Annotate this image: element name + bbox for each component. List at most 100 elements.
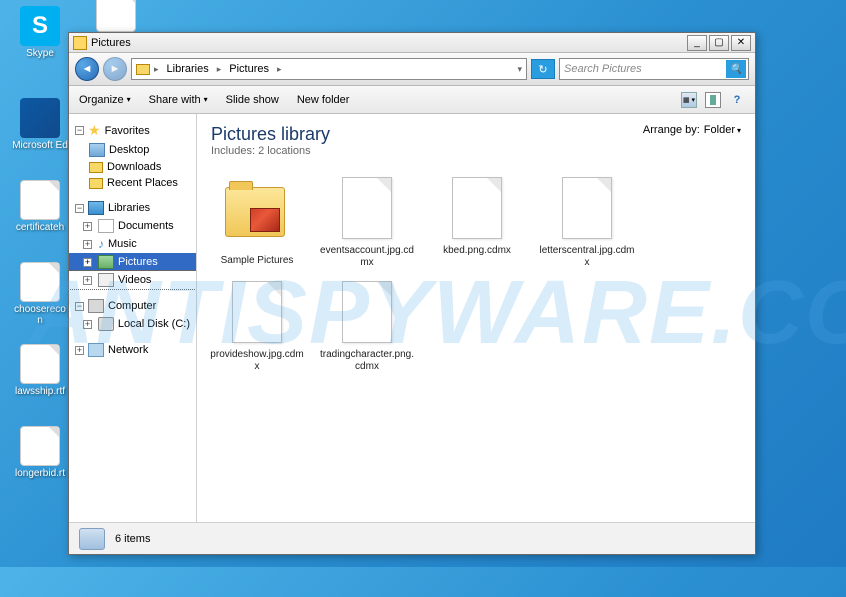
chevron-down-icon: ▾ xyxy=(737,126,741,135)
tree-item-localdisk[interactable]: +Local Disk (C:) xyxy=(69,315,196,333)
music-icon: ♪ xyxy=(98,237,104,251)
help-button[interactable]: ? xyxy=(729,92,745,108)
titlebar[interactable]: Pictures _ ▢ ✕ xyxy=(69,33,755,53)
folder-icon xyxy=(89,178,103,189)
organize-menu[interactable]: Organize▾ xyxy=(79,94,131,106)
file-item[interactable]: eventsaccount.jpg.cdmx xyxy=(319,177,415,269)
library-subtitle: Includes: 2 locations xyxy=(211,145,330,157)
tree-libraries[interactable]: − Libraries xyxy=(69,199,196,217)
tree-item-videos[interactable]: +Videos xyxy=(69,271,196,289)
folder-icon xyxy=(89,162,103,173)
search-button[interactable]: 🔍 xyxy=(726,60,746,78)
tree-item-downloads[interactable]: Downloads xyxy=(69,159,196,175)
file-icon xyxy=(20,426,60,466)
file-item[interactable]: provideshow.jpg.cdmx xyxy=(209,281,305,373)
file-thumb-icon xyxy=(232,281,282,343)
file-item[interactable]: tradingcharacter.png.cdmx xyxy=(319,281,415,373)
computer-icon xyxy=(88,299,104,313)
expand-icon[interactable]: + xyxy=(83,258,92,267)
file-item-folder[interactable]: Sample Pictures xyxy=(209,177,305,269)
file-icon xyxy=(96,0,136,32)
file-thumb-icon xyxy=(562,177,612,239)
content-pane: Pictures library Includes: 2 locations A… xyxy=(197,114,755,522)
collapse-icon[interactable]: − xyxy=(75,126,84,135)
address-bar[interactable]: ▸ Libraries ▸ Pictures ▸ ▾ xyxy=(131,58,527,80)
pictures-library-icon xyxy=(79,528,105,550)
desktop-icon-doc[interactable]: certificateh xyxy=(12,180,68,233)
explorer-window: Pictures _ ▢ ✕ ◄ ► ▸ Libraries ▸ Picture… xyxy=(68,32,756,555)
tree-item-music[interactable]: +♪Music xyxy=(69,235,196,253)
edge-icon xyxy=(20,98,60,138)
desktop-icon xyxy=(89,143,105,157)
folder-icon xyxy=(73,36,87,50)
refresh-button[interactable]: ↻ xyxy=(531,59,555,79)
breadcrumb-segment[interactable]: Pictures xyxy=(225,63,273,75)
statusbar: 6 items xyxy=(69,522,755,554)
videos-icon xyxy=(98,273,114,287)
expand-icon[interactable]: + xyxy=(83,240,92,249)
file-icon xyxy=(20,262,60,302)
minimize-button[interactable]: _ xyxy=(687,35,707,51)
expand-icon[interactable]: + xyxy=(83,276,92,285)
document-icon xyxy=(98,219,114,233)
file-icon xyxy=(20,180,60,220)
libraries-icon xyxy=(88,201,104,215)
network-icon xyxy=(88,343,104,357)
desktop-icon-edge[interactable]: Microsoft Ed xyxy=(12,98,68,151)
toolbar: Organize▾ Share with▾ Slide show New fol… xyxy=(69,86,755,114)
newfolder-button[interactable]: New folder xyxy=(297,94,350,106)
collapse-icon[interactable]: − xyxy=(75,204,84,213)
tree-computer[interactable]: − Computer xyxy=(69,297,196,315)
chevron-right-icon: ▸ xyxy=(277,64,282,75)
disk-icon xyxy=(98,317,114,331)
search-input[interactable]: Search Pictures 🔍 xyxy=(559,58,749,80)
tree-item-pictures[interactable]: +Pictures xyxy=(69,253,196,271)
file-icon xyxy=(20,344,60,384)
file-thumb-icon xyxy=(342,281,392,343)
folder-icon xyxy=(136,64,150,75)
desktop-icon-doc[interactable]: lawsship.rtf xyxy=(12,344,68,397)
breadcrumb-segment[interactable]: Libraries xyxy=(163,63,213,75)
forward-button[interactable]: ► xyxy=(103,57,127,81)
desktop-icon-doc[interactable]: longerbid.rt xyxy=(12,426,68,479)
chevron-right-icon: ▸ xyxy=(217,64,222,75)
desktop-icon-doc[interactable] xyxy=(88,0,144,34)
desktop-icon-skype[interactable]: S Skype xyxy=(12,6,68,59)
file-item[interactable]: letterscentral.jpg.cdmx xyxy=(539,177,635,269)
chevron-down-icon[interactable]: ▾ xyxy=(517,64,522,75)
arrange-by-dropdown[interactable]: Folder ▾ xyxy=(704,124,741,136)
expand-icon[interactable]: + xyxy=(75,346,84,355)
window-title: Pictures xyxy=(91,37,687,49)
navigation-tree: − ★ Favorites Desktop Downloads Recent P… xyxy=(69,114,197,522)
pictures-icon xyxy=(98,255,114,269)
maximize-button[interactable]: ▢ xyxy=(709,35,729,51)
back-button[interactable]: ◄ xyxy=(75,57,99,81)
expand-icon[interactable]: + xyxy=(83,320,92,329)
tree-item-documents[interactable]: +Documents xyxy=(69,217,196,235)
close-button[interactable]: ✕ xyxy=(731,35,751,51)
tree-network[interactable]: + Network xyxy=(69,341,196,359)
preview-pane-button[interactable] xyxy=(705,92,721,108)
arrange-label: Arrange by: xyxy=(643,124,700,136)
expand-icon[interactable]: + xyxy=(83,222,92,231)
skype-icon: S xyxy=(20,6,60,46)
status-text: 6 items xyxy=(115,533,150,545)
library-title: Pictures library xyxy=(211,124,330,145)
file-thumb-icon xyxy=(452,177,502,239)
view-button[interactable]: ▦ ▾ xyxy=(681,92,697,108)
file-item[interactable]: kbed.png.cdmx xyxy=(429,177,525,269)
star-icon: ★ xyxy=(88,122,101,139)
tree-item-recent[interactable]: Recent Places xyxy=(69,175,196,191)
file-thumb-icon xyxy=(342,177,392,239)
share-menu[interactable]: Share with▾ xyxy=(149,94,208,106)
folder-thumb-icon xyxy=(225,187,285,237)
navbar: ◄ ► ▸ Libraries ▸ Pictures ▸ ▾ ↻ Search … xyxy=(69,53,755,86)
search-placeholder: Search Pictures xyxy=(564,63,642,75)
collapse-icon[interactable]: − xyxy=(75,302,84,311)
tree-favorites[interactable]: − ★ Favorites xyxy=(69,120,196,141)
slideshow-button[interactable]: Slide show xyxy=(226,94,279,106)
chevron-down-icon: ▾ xyxy=(204,95,208,104)
desktop-icon-doc[interactable]: chooserecon xyxy=(12,262,68,326)
file-list[interactable]: Sample Pictures eventsaccount.jpg.cdmx k… xyxy=(197,167,755,522)
tree-item-desktop[interactable]: Desktop xyxy=(69,141,196,159)
